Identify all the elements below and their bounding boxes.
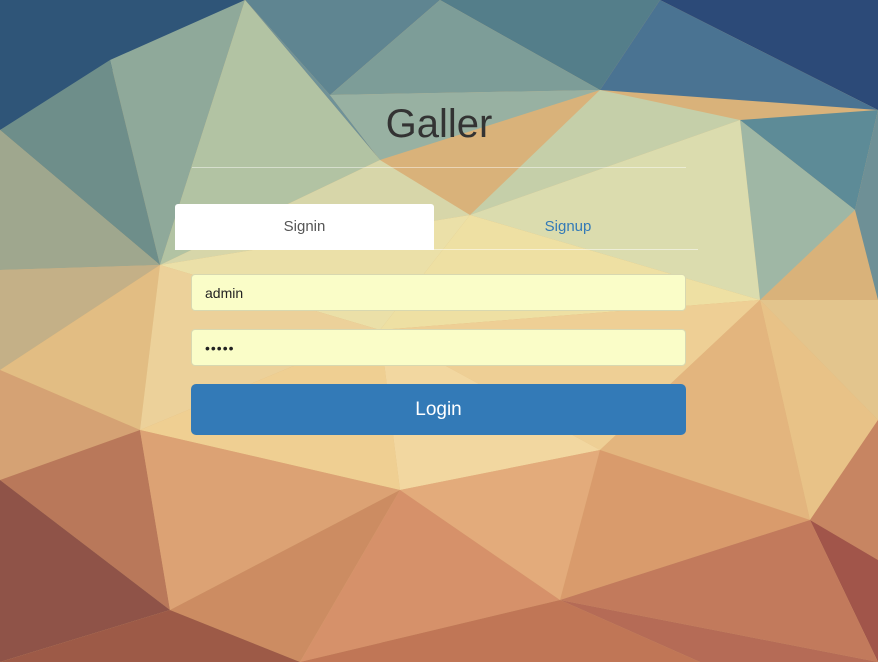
username-input[interactable] [191, 274, 686, 311]
tab-signup[interactable]: Signup [438, 204, 698, 250]
login-button[interactable]: Login [191, 384, 686, 435]
app-title: Galler [385, 102, 493, 146]
title-divider [192, 167, 686, 168]
login-page: Galler Signin Signup Login [0, 0, 878, 662]
tab-underline [434, 249, 698, 250]
tab-signin[interactable]: Signin [175, 204, 434, 250]
password-input[interactable] [191, 329, 686, 366]
